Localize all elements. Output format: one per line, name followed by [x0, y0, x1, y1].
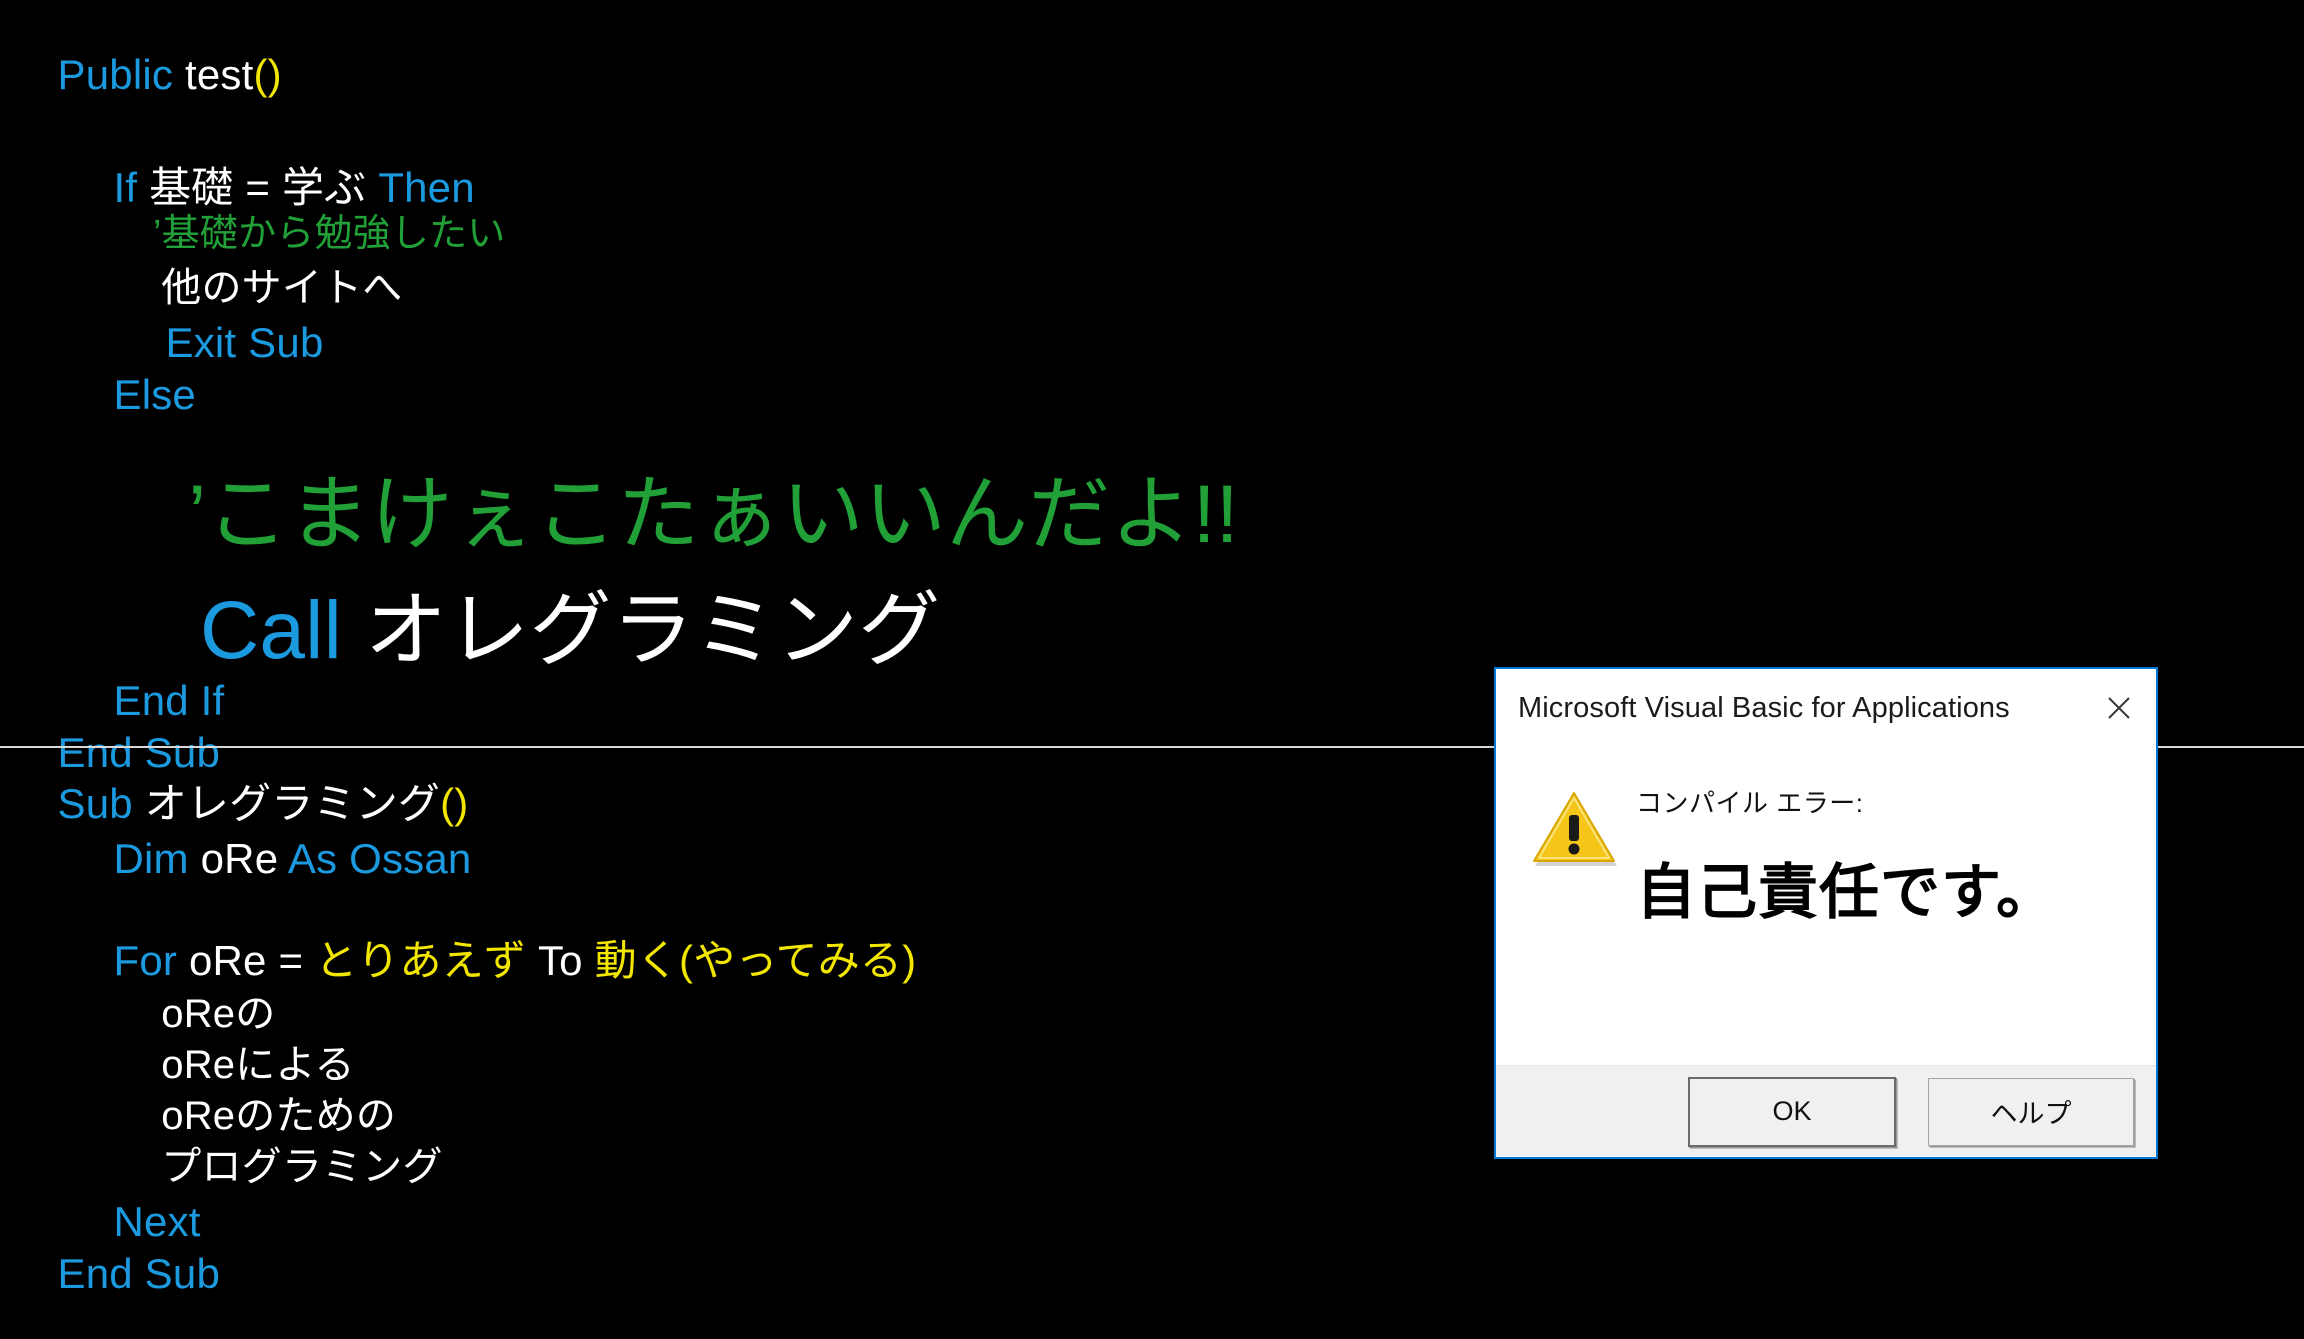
help-button[interactable]: ヘルプ — [1928, 1077, 2134, 1146]
token-keyword-dim: Dim — [113, 835, 201, 882]
dialog-button-bar: OK ヘルプ — [1496, 1065, 2156, 1157]
token-text-programming: プログラミング — [161, 1145, 443, 1189]
code-line-public-test: Public test() — [10, 12, 282, 138]
token-var-ore: oRe — [200, 835, 288, 882]
token-identifier-test: test — [184, 51, 254, 98]
dialog-title: Microsoft Visual Basic for Applications — [1518, 691, 2010, 724]
ok-button[interactable]: OK — [1688, 1076, 1896, 1147]
warning-triangle-icon — [1530, 771, 1624, 1065]
dialog-titlebar: Microsoft Visual Basic for Applications — [1496, 669, 2156, 747]
code-line-call-oregramming: Call オレグラミング — [108, 508, 940, 754]
dialog-text-block: コンパイル エラー: 自己責任です。 — [1624, 771, 2126, 1065]
token-keyword-as-ossan: As Ossan — [287, 835, 472, 882]
vba-error-dialog[interactable]: Microsoft Visual Basic for Applications … — [1494, 667, 2158, 1159]
token-parens: () — [253, 51, 282, 98]
token-keyword-call: Call — [199, 585, 365, 676]
token-keyword-to: To — [537, 937, 595, 984]
close-icon[interactable] — [2082, 669, 2156, 747]
token-proc-name: オレグラミング — [364, 585, 941, 676]
dialog-error-message: 自己責任です。 — [1636, 859, 2057, 926]
dialog-body: コンパイル エラー: 自己責任です。 — [1496, 747, 2156, 1065]
token-keyword-public: Public — [57, 51, 185, 98]
token-loop-start: とりあえず — [315, 937, 538, 984]
dialog-error-subtitle: コンパイル エラー: — [1636, 788, 1864, 818]
token-loop-end: 動く(やってみる) — [594, 937, 917, 984]
token-keyword-end-sub-2: End Sub — [57, 1250, 221, 1297]
code-line-end-sub-2: End Sub — [10, 1211, 220, 1337]
